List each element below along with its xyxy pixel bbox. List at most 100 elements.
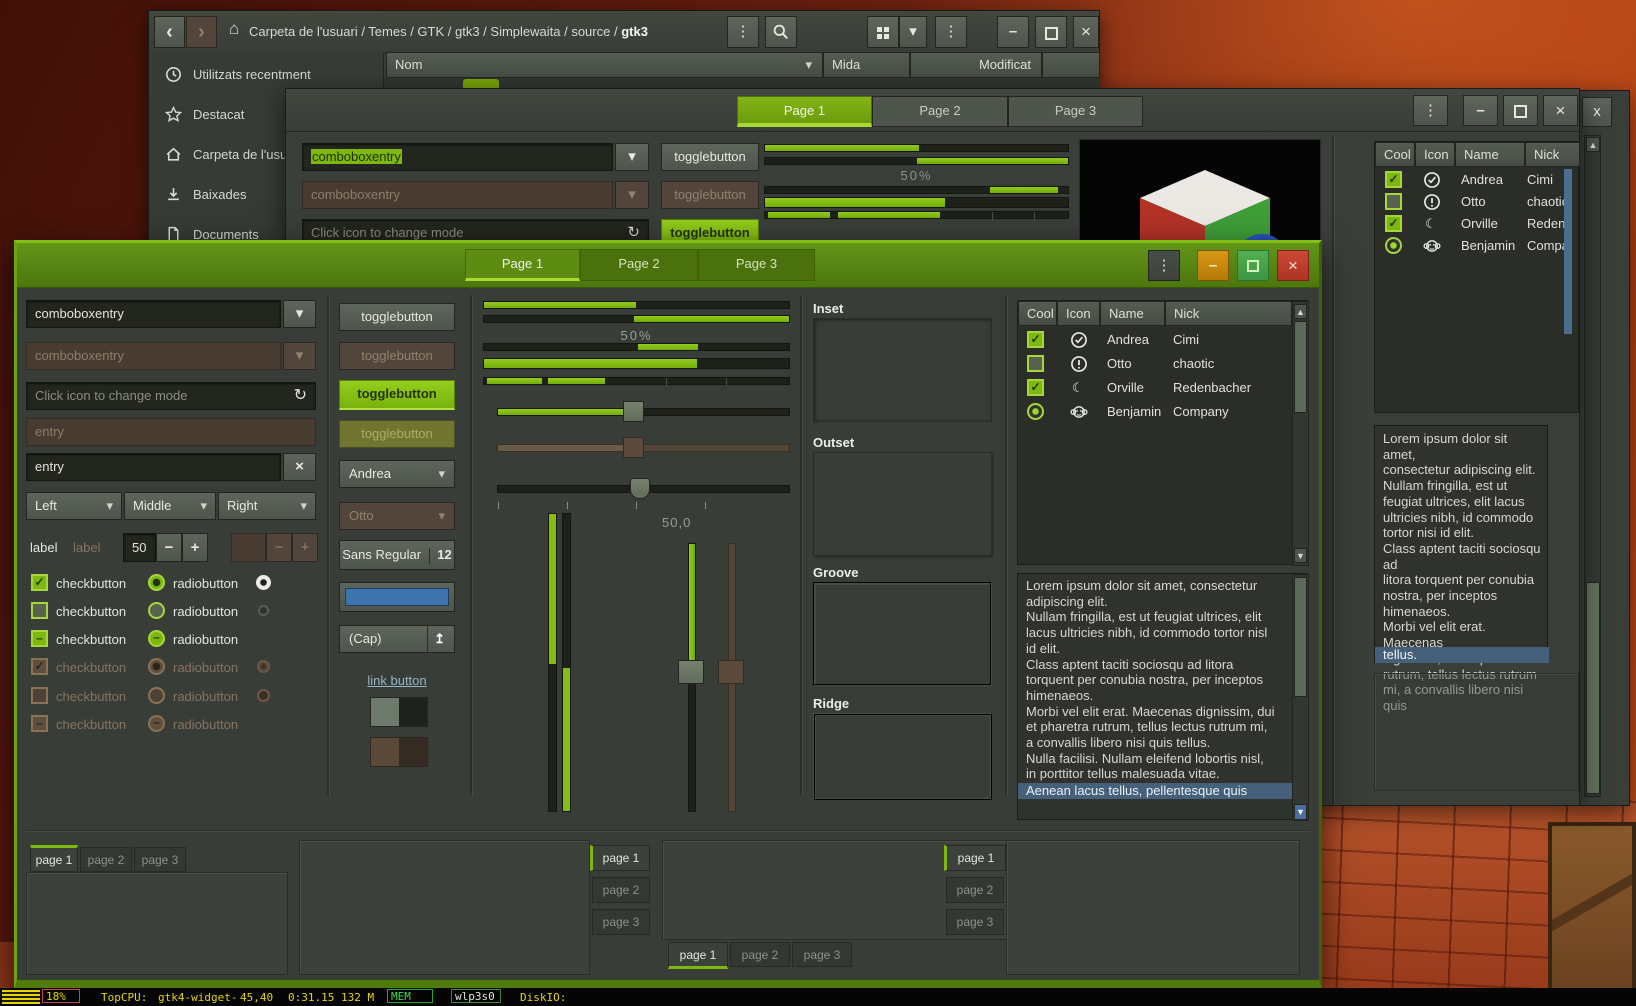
- scroll-up-button[interactable]: ▲: [1586, 137, 1600, 152]
- align-left-dropdown[interactable]: Left▾: [26, 492, 122, 520]
- back-tab-page1[interactable]: Page 1: [737, 96, 872, 127]
- comboboxentry[interactable]: comboboxentry: [26, 300, 281, 328]
- icon-entry[interactable]: Click icon to change mode ↻: [26, 382, 316, 410]
- spinbutton-value[interactable]: 50: [123, 533, 156, 562]
- notebook4-tab-page2[interactable]: page 2: [946, 877, 1004, 903]
- tree-scrollbar[interactable]: ▲ ▼: [1292, 301, 1309, 566]
- align-right-dropdown[interactable]: Right▾: [218, 492, 316, 520]
- notebook1-tab-page2[interactable]: page 2: [80, 847, 132, 872]
- radiobutton-label[interactable]: radiobutton: [173, 576, 238, 591]
- radiobutton-selected[interactable]: [148, 574, 165, 591]
- tree-header-icon[interactable]: Icon: [1415, 142, 1455, 167]
- back-menu-button[interactable]: ⋮: [1413, 95, 1448, 126]
- forward-button[interactable]: ›: [186, 16, 217, 48]
- files-maximize-button[interactable]: [1035, 16, 1067, 48]
- notebook1-tab-page3[interactable]: page 3: [134, 847, 186, 872]
- view-dropdown-button[interactable]: ▾: [899, 16, 927, 48]
- scroll-up-button[interactable]: ▲: [1294, 304, 1307, 319]
- back-minimize-button[interactable]: –: [1463, 95, 1498, 126]
- checkbox-unchecked-icon[interactable]: [1385, 193, 1402, 210]
- checkbox-checked-icon[interactable]: ✓: [1385, 215, 1402, 232]
- combo-dropdown-button[interactable]: ▾: [283, 300, 316, 328]
- front-tab-page2[interactable]: Page 2: [580, 249, 698, 281]
- back-comboboxentry[interactable]: comboboxentry: [302, 143, 613, 171]
- checkbutton-label[interactable]: checkbutton: [56, 604, 126, 619]
- column-header-modified[interactable]: Modificat: [910, 52, 1042, 78]
- font-button[interactable]: Sans Regular 12: [339, 540, 455, 570]
- scroll-down-button[interactable]: ▼: [1294, 804, 1307, 820]
- radiobutton-label[interactable]: radiobutton: [173, 632, 238, 647]
- notebook3-tab-page3[interactable]: page 3: [792, 942, 852, 967]
- front-menu-button[interactable]: ⋮: [1148, 250, 1180, 281]
- back-maximize-button[interactable]: [1503, 95, 1538, 126]
- column-header-size[interactable]: Mida: [823, 52, 910, 78]
- back-textview[interactable]: Lorem ipsum dolor sit amet, consectetur …: [1374, 425, 1548, 663]
- back-tab-page2[interactable]: Page 2: [872, 96, 1008, 127]
- tree-header-name[interactable]: Name: [1100, 301, 1165, 326]
- app-chooser-button[interactable]: (Cap) ↥: [339, 625, 455, 653]
- hscale-marks-handle[interactable]: [630, 478, 650, 499]
- scrollbar-thumb[interactable]: [1294, 321, 1307, 413]
- entry-clear-button[interactable]: ×: [283, 453, 316, 481]
- align-middle-dropdown[interactable]: Middle▾: [124, 492, 216, 520]
- back-togglebutton[interactable]: togglebutton: [661, 143, 759, 171]
- scroll-down-button[interactable]: ▼: [1294, 548, 1307, 563]
- sliver-close-button[interactable]: x: [1582, 97, 1612, 127]
- column-header-name[interactable]: Nom ▾: [386, 52, 823, 78]
- front-close-button[interactable]: ×: [1277, 250, 1309, 281]
- scrollbar-thumb[interactable]: [1294, 577, 1307, 697]
- files-menu-button[interactable]: ⋮: [727, 16, 759, 48]
- checkbutton-indeterminate[interactable]: –: [31, 630, 48, 647]
- color-button[interactable]: [339, 582, 455, 612]
- files-minimize-button[interactable]: –: [997, 16, 1029, 48]
- togglebutton[interactable]: togglebutton: [339, 303, 455, 331]
- files-close-button[interactable]: ×: [1073, 16, 1099, 48]
- notebook2-tab-page2[interactable]: page 2: [592, 877, 650, 903]
- notebook1-tab-page1[interactable]: page 1: [30, 845, 78, 872]
- front-tab-page1[interactable]: Page 1: [465, 249, 580, 281]
- back-combo-dropdown-button[interactable]: ▾: [615, 143, 649, 171]
- notebook4-tab-page1[interactable]: page 1: [944, 845, 1006, 871]
- view-grid-button[interactable]: [867, 16, 899, 48]
- notebook2-tab-page3[interactable]: page 3: [592, 909, 650, 935]
- tree-header-name[interactable]: Name: [1455, 142, 1525, 167]
- entry[interactable]: entry: [26, 453, 281, 481]
- notebook2-tab-page1[interactable]: page 1: [590, 845, 650, 871]
- radio-selected-icon[interactable]: [1385, 237, 1402, 254]
- tree-scrollbar-thumb[interactable]: [1564, 169, 1572, 334]
- front-textview[interactable]: Lorem ipsum dolor sit amet, consectetur …: [1017, 573, 1308, 820]
- radiobutton-unselected[interactable]: [148, 602, 165, 619]
- tree-header-icon[interactable]: Icon: [1057, 301, 1100, 326]
- notebook3-tab-page2[interactable]: page 2: [730, 942, 790, 967]
- radiobutton-indeterminate[interactable]: –: [148, 630, 165, 647]
- link-button[interactable]: link button: [339, 673, 455, 688]
- front-tab-page3[interactable]: Page 3: [698, 249, 815, 281]
- spin-plus-button[interactable]: +: [182, 533, 208, 562]
- sliver-scrollbar[interactable]: ▲: [1584, 135, 1601, 797]
- front-titlebar[interactable]: Page 1 Page 2 Page 3 ⋮ – ×: [17, 243, 1319, 288]
- radiobutton-label[interactable]: radiobutton: [173, 604, 238, 619]
- tree-header-nick[interactable]: Nick: [1525, 142, 1580, 167]
- back-button[interactable]: ‹: [154, 16, 185, 48]
- vscale-handle[interactable]: [678, 660, 704, 684]
- checkbox-checked-icon[interactable]: ✓: [1385, 171, 1402, 188]
- switch-off[interactable]: [370, 697, 428, 727]
- front-maximize-button[interactable]: [1237, 250, 1269, 281]
- hscale-handle[interactable]: [623, 401, 644, 422]
- back-close-button[interactable]: ×: [1543, 95, 1578, 126]
- breadcrumb[interactable]: Carpeta de l'usuari / Temes / GTK / gtk3…: [249, 24, 648, 39]
- scrollbar-thumb[interactable]: [1586, 582, 1600, 794]
- radio-selected-icon[interactable]: [1027, 403, 1044, 420]
- notebook4-tab-page3[interactable]: page 3: [946, 909, 1004, 935]
- text-scrollbar[interactable]: ▼: [1292, 574, 1309, 821]
- spin-minus-button[interactable]: −: [156, 533, 182, 562]
- checkbox-checked-icon[interactable]: ✓: [1027, 331, 1044, 348]
- tree-header-cool[interactable]: Cool: [1018, 301, 1057, 326]
- checkbutton-checked[interactable]: ✓: [31, 574, 48, 591]
- tree-header-cool[interactable]: Cool: [1375, 142, 1415, 167]
- radio-indicator-on[interactable]: [256, 575, 271, 590]
- tree-header-nick[interactable]: Nick: [1165, 301, 1292, 326]
- checkbutton-label[interactable]: checkbutton: [56, 632, 126, 647]
- front-treeview[interactable]: Cool Icon Name Nick ✓ Andrea Cimi Otto c…: [1017, 300, 1308, 565]
- back-tab-page3[interactable]: Page 3: [1008, 96, 1143, 127]
